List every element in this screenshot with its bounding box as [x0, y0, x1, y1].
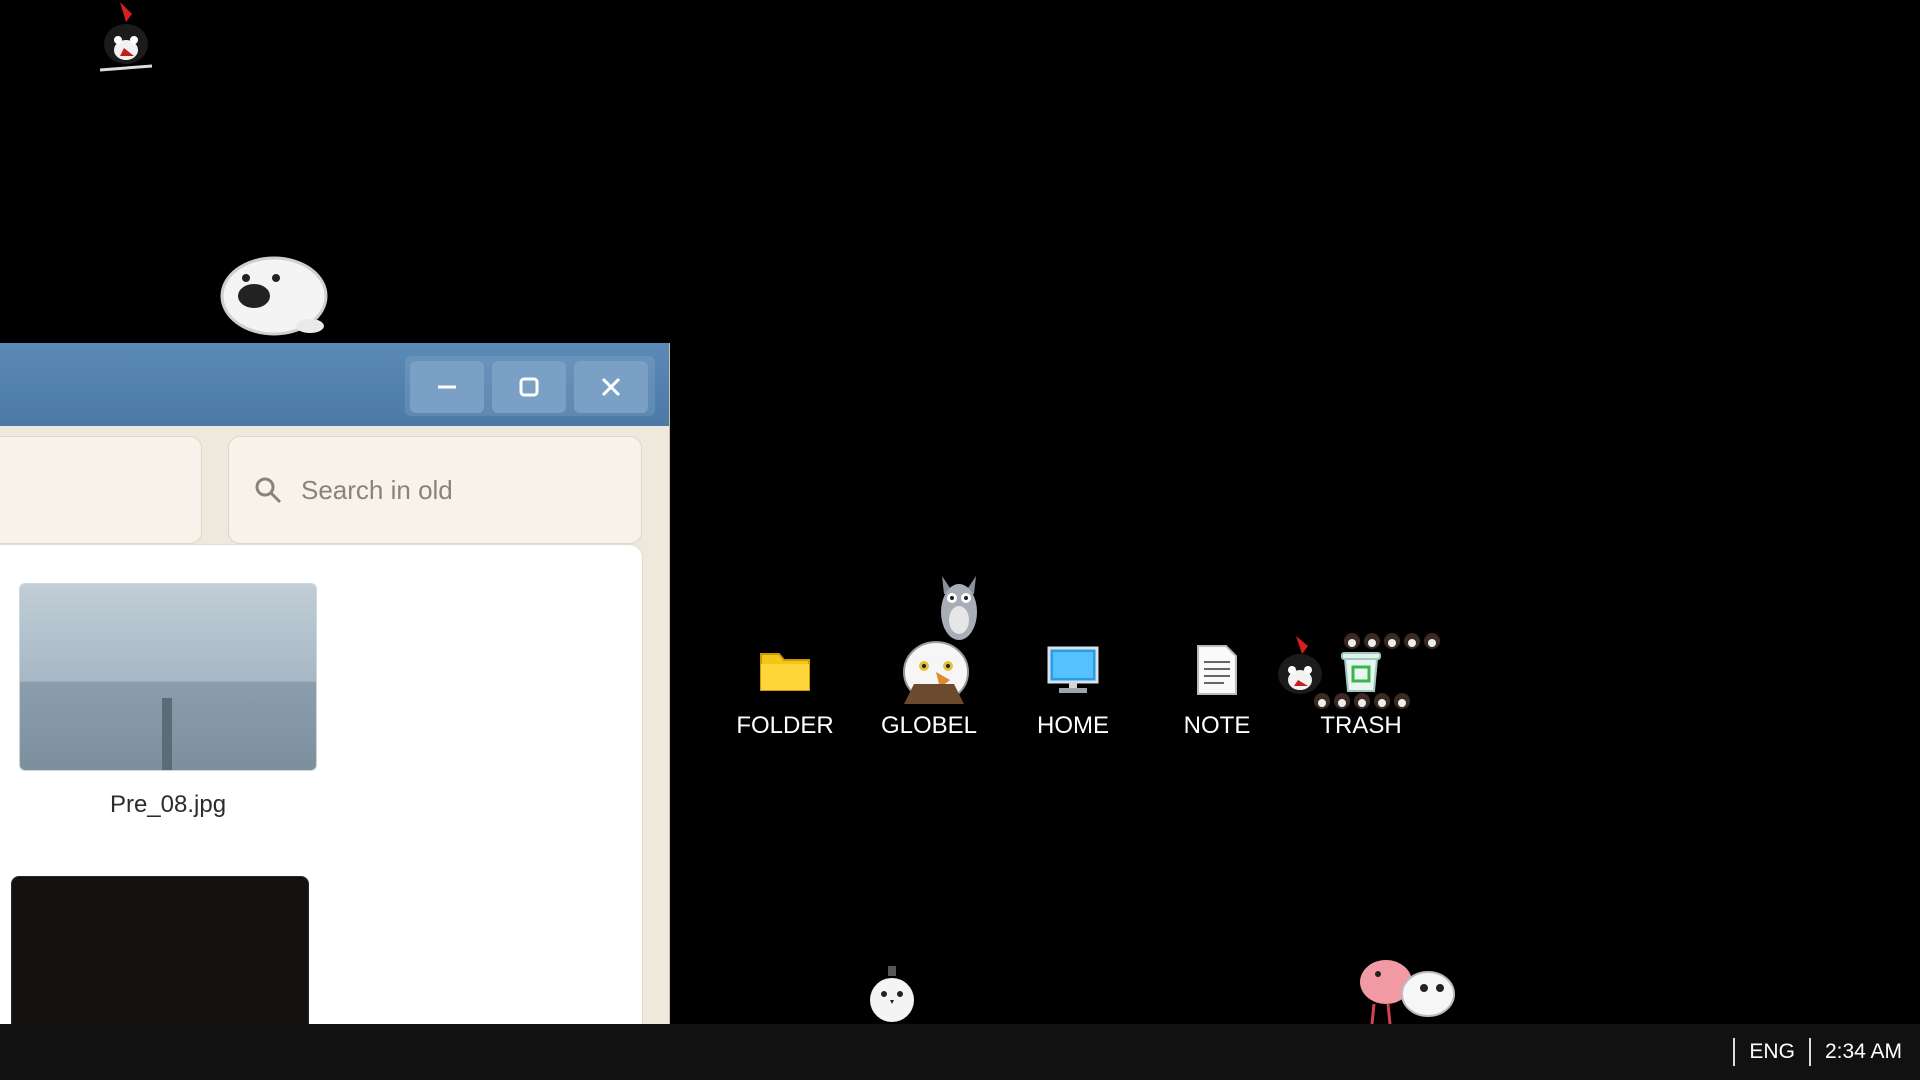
folder-icon — [760, 653, 810, 691]
clock[interactable]: 2:34 AM — [1825, 1040, 1902, 1064]
title-bar[interactable] — [0, 343, 669, 426]
minimize-button[interactable] — [410, 361, 484, 413]
note-icon — [1197, 645, 1237, 695]
close-button[interactable] — [574, 361, 648, 413]
file-manager-window: Pre_08.jpg — [0, 343, 670, 1024]
monitor-icon — [1047, 646, 1099, 693]
desktop-icon-note[interactable]: NOTE — [1152, 640, 1282, 740]
globe-icon — [899, 640, 959, 700]
minimize-icon — [438, 385, 456, 389]
taskbar: ENG 2:34 AM — [0, 1024, 1920, 1080]
toolbar — [0, 426, 669, 548]
flamingo-pet-icon — [1360, 960, 1455, 1024]
maximize-icon — [519, 377, 539, 397]
seal-pet-icon — [220, 256, 328, 336]
language-indicator[interactable]: ENG — [1749, 1040, 1795, 1064]
desktop-icon-label: NOTE — [1183, 712, 1251, 739]
tray-separator — [1733, 1038, 1736, 1066]
woodpecker-pet-icon — [99, 2, 153, 72]
desktop: Pre_08.jpg FOLDER GLOBEL HOME — [0, 0, 1920, 1024]
desktop-icon-trash[interactable]: TRASH — [1296, 640, 1426, 740]
desktop-icon-label: TRASH — [1320, 712, 1402, 739]
search-bar[interactable] — [228, 436, 642, 544]
file-grid: Pre_08.jpg — [0, 544, 643, 1024]
maximize-button[interactable] — [492, 361, 566, 413]
search-input[interactable] — [301, 474, 621, 506]
search-icon — [255, 477, 282, 504]
system-tray: ENG 2:34 AM — [1719, 1024, 1902, 1080]
chick-pet-icon — [870, 966, 914, 1022]
window-controls — [405, 356, 655, 416]
location-bar[interactable] — [0, 436, 202, 544]
close-icon — [601, 377, 621, 397]
tray-separator — [1808, 1038, 1811, 1066]
desktop-icon-home[interactable]: HOME — [1008, 640, 1138, 740]
file-item-dark-thumbnail[interactable] — [11, 876, 309, 1024]
file-item[interactable]: Pre_08.jpg — [19, 583, 317, 819]
desktop-icon-folder[interactable]: FOLDER — [720, 640, 850, 740]
file-thumbnail — [19, 583, 317, 771]
desktop-icon-label: GLOBEL — [880, 712, 978, 739]
trash-icon — [1341, 652, 1381, 692]
desktop-icon-label: HOME — [1037, 712, 1109, 739]
desktop-icon-label: FOLDER — [736, 712, 834, 739]
file-name: Pre_08.jpg — [109, 791, 227, 818]
desktop-icon-globel[interactable]: GLOBEL — [864, 640, 994, 740]
